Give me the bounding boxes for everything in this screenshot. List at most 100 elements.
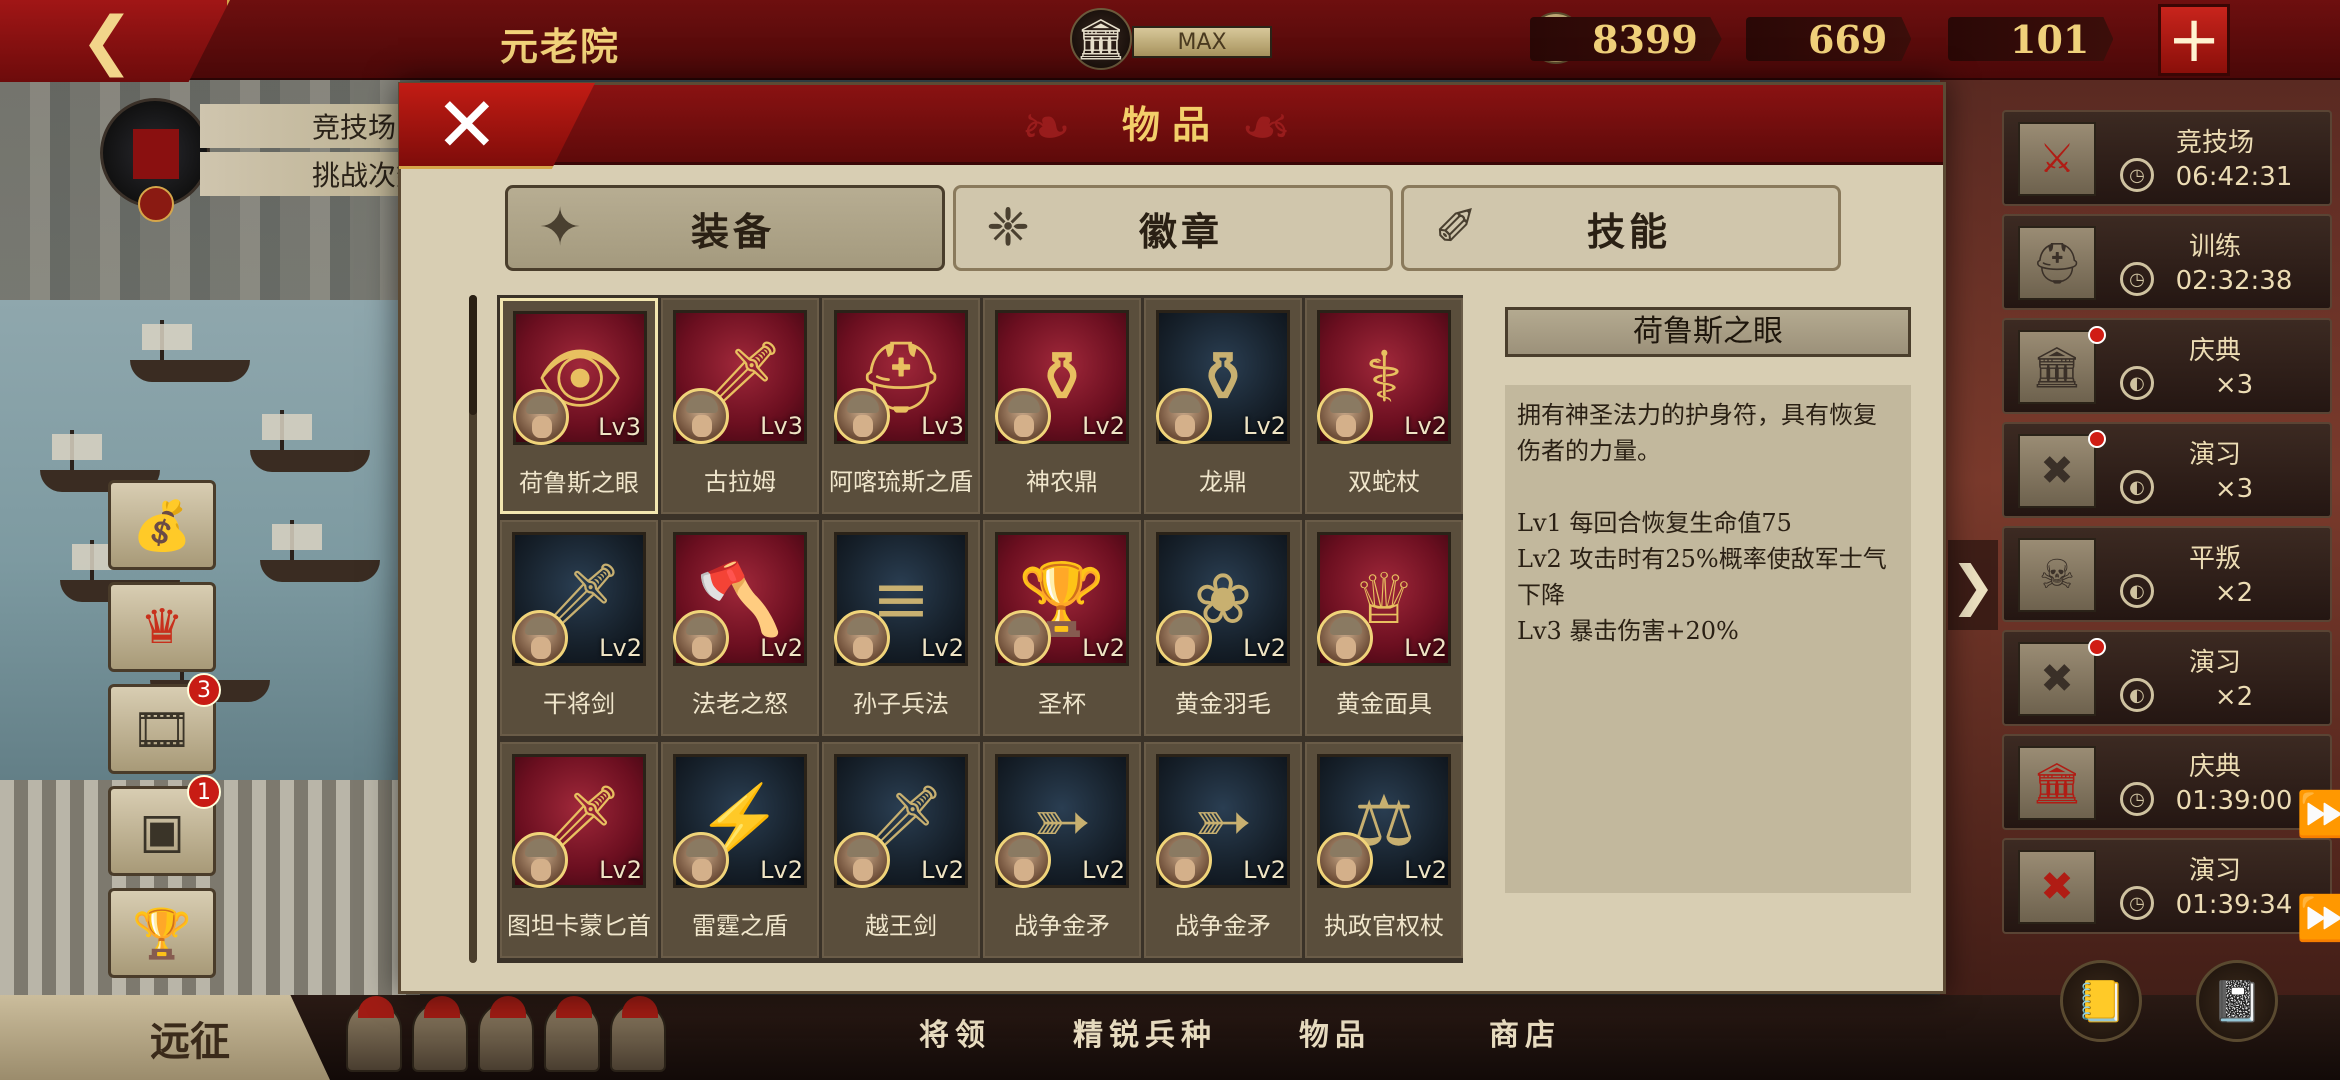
item-card[interactable]: ⚕ Lv2 双蛇杖 [1305, 298, 1463, 514]
general-portrait-icon [834, 610, 890, 666]
add-resource-button[interactable]: + [2158, 3, 2230, 77]
item-card[interactable]: 🪓 Lv2 法老之怒 [661, 520, 819, 736]
general-portrait-icon [1317, 388, 1373, 444]
notification-badge: 3 [187, 673, 221, 707]
timer-name: 演习 [2188, 648, 2241, 678]
timer-drill[interactable]: ✖ ◐ 演习 ×3 [2002, 422, 2332, 518]
tab-badges[interactable]: ❈ 徽章 [953, 185, 1393, 271]
game-screen: ❮ 元老院 🏛 MAX ● 8399 ♦ 669 ♕ 101 + 竞技场Lv 挑… [0, 0, 2340, 1080]
timer-drill[interactable]: ✖ ◷ 演习 01:39:34 [2002, 838, 2332, 934]
drill-icon: ✖ [2018, 850, 2096, 924]
item-name: 圣杯 [1038, 690, 1086, 718]
tab-shop[interactable]: 商店 [1430, 1002, 1620, 1062]
general-helmet-icon[interactable] [478, 996, 534, 1072]
level-text: MAX [1132, 26, 1272, 58]
book-silver-button[interactable]: 📓 [2196, 960, 2278, 1042]
item-level: Lv2 [599, 634, 642, 662]
item-level: Lv2 [1082, 634, 1125, 662]
notification-dot [2088, 430, 2106, 448]
item-card[interactable]: ⚖ Lv2 执政官权杖 [1305, 742, 1463, 958]
arena-label: 竞技场 [312, 111, 397, 144]
expedition-button[interactable]: 远征 [0, 995, 330, 1080]
timer-value: ×3 [2214, 474, 2254, 504]
item-name: 双蛇杖 [1348, 468, 1420, 496]
tab-equipment[interactable]: ✦ 装备 [505, 185, 945, 271]
item-card[interactable]: 🗡 Lv2 越王剑 [822, 742, 980, 958]
scrollbar-thumb[interactable] [469, 295, 477, 415]
timer-festival[interactable]: 🏛 ◷ 庆典 01:39:00 [2002, 734, 2332, 830]
item-card[interactable]: 🗡 Lv2 干将剑 [500, 520, 658, 736]
tab-skills[interactable]: ✐ 技能 [1401, 185, 1841, 271]
general-helmet-icon[interactable] [610, 996, 666, 1072]
timer-value: ×2 [2214, 578, 2254, 608]
arena-card[interactable]: 竞技场Lv 挑战次数 [100, 98, 500, 208]
general-portrait-icon [1317, 610, 1373, 666]
coin-counter[interactable]: ● 8399 [1530, 12, 1722, 64]
item-name: 图坦卡蒙匕首 [507, 912, 651, 940]
timer-drill[interactable]: ✖ ◐ 演习 ×2 [2002, 630, 2332, 726]
item-card[interactable]: ⚱ Lv2 龙鼎 [1144, 298, 1302, 514]
book-gold-button[interactable]: 📒 [2060, 960, 2142, 1042]
tab-generals[interactable]: 将领 [860, 1002, 1050, 1062]
item-card[interactable]: ❀ Lv2 黄金羽毛 [1144, 520, 1302, 736]
fast-forward-icon[interactable]: ⏩ [2296, 892, 2340, 944]
honor-value: 101 [1948, 17, 2114, 61]
item-card[interactable]: ♕ Lv2 黄金面具 [1305, 520, 1463, 736]
gem-counter[interactable]: ♦ 669 [1746, 10, 1912, 66]
back-button[interactable]: ❮ [0, 0, 230, 82]
chevron-right-icon[interactable]: ❯ [1948, 540, 1998, 630]
crown-button[interactable]: ♛ [108, 582, 216, 672]
chest-button[interactable]: ▣ 1 [108, 775, 221, 876]
general-portrait-icon [673, 832, 729, 888]
crossed-swords-icon: ⚔ [2018, 122, 2096, 196]
timer-festival[interactable]: 🏛 ◐ 庆典 ×3 [2002, 318, 2332, 414]
item-card[interactable]: ➳ Lv2 战争金矛 [983, 742, 1141, 958]
item-level: Lv3 [760, 412, 803, 440]
timer-training[interactable]: ⛑ ◷ 训练 02:32:38 [2002, 214, 2332, 310]
timer-value: ×3 [2214, 370, 2254, 400]
film-button[interactable]: 🎞 3 [108, 673, 221, 774]
rebel-mask-icon: ☠ [2018, 538, 2096, 612]
temple-icon: 🏛 [2018, 746, 2096, 820]
tab-elite-troops[interactable]: 精锐兵种 [1050, 1002, 1240, 1062]
chest-icon: ▣ [139, 803, 185, 859]
drill-icon: ✖ [2018, 642, 2096, 716]
detail-title: 荷鲁斯之眼 [1505, 307, 1911, 357]
item-card[interactable]: 🗡 Lv2 图坦卡蒙匕首 [500, 742, 658, 958]
item-card[interactable]: ⛑ Lv3 阿喀琉斯之盾 [822, 298, 980, 514]
tab-items[interactable]: 物品 [1240, 1002, 1430, 1062]
trophy-button[interactable]: 🏆 [108, 888, 216, 978]
timer-arena[interactable]: ⚔ ◷ 竞技场 06:42:31 [2002, 110, 2332, 206]
item-tabs: ✦ 装备 ❈ 徽章 ✐ 技能 [505, 185, 1845, 271]
timer-name: 平叛 [2188, 544, 2241, 574]
item-card[interactable]: ≡ Lv2 孙子兵法 [822, 520, 980, 736]
item-level: Lv2 [599, 856, 642, 884]
clock-icon: ◷ [2120, 158, 2154, 192]
badge-emblem-icon: ❈ [986, 198, 1030, 258]
item-name: 法老之怒 [692, 690, 788, 718]
item-card[interactable]: ⚡ Lv2 雷霆之盾 [661, 742, 819, 958]
scrollbar[interactable] [469, 295, 477, 963]
item-level: Lv3 [921, 412, 964, 440]
general-helmet-icon[interactable] [412, 996, 468, 1072]
item-card[interactable]: 🏆 Lv2 圣杯 [983, 520, 1141, 736]
item-card[interactable]: ⚱ Lv2 神农鼎 [983, 298, 1141, 514]
money-bag-button[interactable]: 💰 [108, 480, 216, 570]
timer-suppress[interactable]: ☠ ◐ 平叛 ×2 [2002, 526, 2332, 622]
item-name: 神农鼎 [1026, 468, 1098, 496]
ship [260, 520, 380, 582]
item-card[interactable]: ➳ Lv2 战争金矛 [1144, 742, 1302, 958]
item-name: 干将剑 [543, 690, 615, 718]
notification-dot [2088, 326, 2106, 344]
general-helmet-icon[interactable] [346, 996, 402, 1072]
building-level[interactable]: 🏛 MAX [1070, 8, 1272, 70]
item-level: Lv3 [598, 413, 641, 441]
general-helmet-icon[interactable] [544, 996, 600, 1072]
general-portrait-icon [513, 389, 569, 445]
item-card[interactable]: 🗡 Lv3 古拉姆 [661, 298, 819, 514]
fast-forward-icon[interactable]: ⏩ [2296, 788, 2340, 840]
honor-counter[interactable]: ♕ 101 [1948, 14, 2114, 64]
item-card[interactable]: 👁 Lv3 荷鲁斯之眼 [500, 298, 658, 514]
ship [130, 320, 250, 382]
bottom-nav: 将领 精锐兵种 物品 商店 [860, 1002, 1620, 1062]
